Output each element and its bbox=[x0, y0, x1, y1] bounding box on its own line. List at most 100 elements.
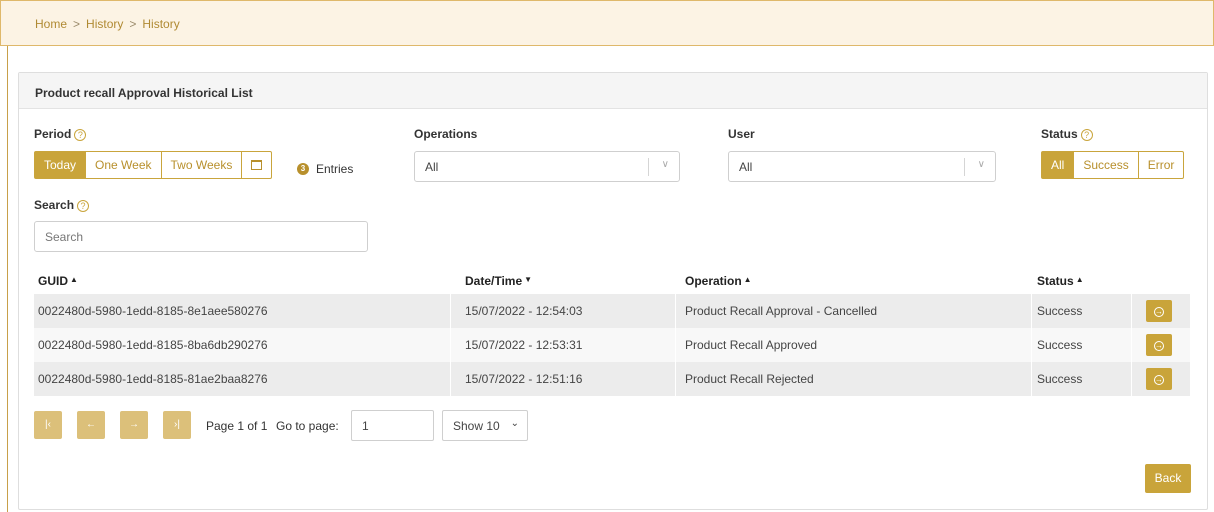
last-page-button[interactable]: ›| bbox=[163, 411, 191, 439]
column-divider bbox=[450, 328, 451, 362]
column-header-guid-label: GUID bbox=[38, 274, 68, 288]
select-divider bbox=[964, 158, 965, 176]
column-divider bbox=[450, 294, 451, 328]
help-icon[interactable]: ? bbox=[77, 200, 90, 212]
user-label: User bbox=[728, 127, 755, 141]
column-header-guid[interactable]: GUID ▲ bbox=[38, 274, 78, 288]
status-all-button[interactable]: All bbox=[1041, 151, 1075, 179]
sort-up-icon: ▲ bbox=[1075, 275, 1084, 284]
sort-up-icon: ▲ bbox=[743, 275, 752, 284]
previous-page-button[interactable]: ← bbox=[77, 411, 105, 439]
column-divider bbox=[675, 328, 676, 362]
page-size-select[interactable]: Show 10 ⌄ bbox=[442, 410, 528, 441]
cell-status: Success bbox=[1037, 304, 1083, 318]
select-divider bbox=[648, 158, 649, 176]
column-header-status[interactable]: Status ▲ bbox=[1037, 274, 1084, 288]
column-header-datetime[interactable]: Date/Time ▼ bbox=[465, 274, 532, 288]
view-details-button[interactable]: → bbox=[1146, 334, 1172, 356]
arrow-left-icon: ← bbox=[86, 419, 96, 430]
chevron-down-icon: ∨ bbox=[661, 159, 669, 170]
user-select-value: All bbox=[739, 160, 753, 174]
column-divider bbox=[1131, 362, 1132, 396]
status-error-button[interactable]: Error bbox=[1138, 151, 1185, 179]
period-today-button[interactable]: Today bbox=[34, 151, 87, 179]
column-header-operation[interactable]: Operation ▲ bbox=[685, 274, 752, 288]
column-header-operation-label: Operation bbox=[685, 274, 742, 288]
table-row: 0022480d-5980-1edd-8185-8ba6db290276 15/… bbox=[34, 328, 1190, 362]
breadcrumb-current: History bbox=[142, 17, 180, 31]
cell-operation: Product Recall Rejected bbox=[685, 372, 814, 386]
last-page-icon: ›| bbox=[174, 419, 180, 430]
chevron-down-icon: ∨ bbox=[977, 159, 985, 170]
breadcrumb-home[interactable]: Home bbox=[35, 17, 67, 31]
view-details-button[interactable]: → bbox=[1146, 368, 1172, 390]
cell-datetime: 15/07/2022 - 12:51:16 bbox=[465, 372, 583, 386]
cell-datetime: 15/07/2022 - 12:54:03 bbox=[465, 304, 583, 318]
arrow-right-circle-icon: → bbox=[1154, 307, 1164, 317]
breadcrumb-separator: > bbox=[73, 17, 81, 31]
column-divider bbox=[1031, 362, 1032, 396]
column-divider bbox=[1131, 328, 1132, 362]
arrow-right-circle-icon: → bbox=[1154, 341, 1164, 351]
goto-page-label: Go to page: bbox=[276, 419, 339, 433]
arrow-right-circle-icon: → bbox=[1154, 375, 1164, 385]
status-button-group: All Success Error bbox=[1041, 151, 1185, 179]
entries-label: Entries bbox=[316, 162, 354, 176]
sort-up-icon: ▲ bbox=[70, 275, 78, 284]
calendar-icon bbox=[251, 160, 263, 170]
sort-down-icon: ▼ bbox=[524, 275, 533, 284]
breadcrumb-separator: > bbox=[129, 17, 137, 31]
column-header-datetime-label: Date/Time bbox=[465, 274, 523, 288]
period-label: Period? bbox=[34, 127, 87, 141]
table-row: 0022480d-5980-1edd-8185-8e1aee580276 15/… bbox=[34, 294, 1190, 328]
search-input[interactable] bbox=[34, 221, 368, 252]
search-label-text: Search bbox=[34, 198, 75, 212]
left-rule bbox=[7, 46, 8, 512]
table-header: GUID ▲ Date/Time ▼ Operation ▲ Status ▲ bbox=[34, 262, 1190, 294]
operations-label: Operations bbox=[414, 127, 478, 141]
page-indicator: Page 1 of 1 bbox=[206, 419, 268, 433]
column-divider bbox=[450, 362, 451, 396]
first-page-button[interactable]: |‹ bbox=[34, 411, 62, 439]
cell-guid: 0022480d-5980-1edd-8185-81ae2baa8276 bbox=[38, 372, 268, 386]
cell-guid: 0022480d-5980-1edd-8185-8ba6db290276 bbox=[38, 338, 268, 352]
goto-page-input[interactable] bbox=[351, 410, 434, 441]
status-success-button[interactable]: Success bbox=[1074, 151, 1139, 179]
breadcrumb-history[interactable]: History bbox=[86, 17, 123, 31]
cell-status: Success bbox=[1037, 338, 1083, 352]
page-size-value: Show 10 bbox=[453, 419, 500, 433]
chevron-down-icon: ⌄ bbox=[510, 418, 519, 429]
cell-operation: Product Recall Approved bbox=[685, 338, 818, 352]
help-icon[interactable]: ? bbox=[1080, 129, 1093, 141]
next-page-button[interactable]: → bbox=[120, 411, 148, 439]
status-filter-label-text: Status bbox=[1041, 127, 1078, 141]
user-select[interactable]: All ∨ bbox=[728, 151, 996, 182]
column-divider bbox=[1131, 294, 1132, 328]
search-label: Search? bbox=[34, 198, 90, 212]
back-button[interactable]: Back bbox=[1145, 464, 1191, 493]
breadcrumb: Home > History > History bbox=[0, 0, 1214, 46]
column-header-status-label: Status bbox=[1037, 274, 1074, 288]
cell-guid: 0022480d-5980-1edd-8185-8e1aee580276 bbox=[38, 304, 268, 318]
period-label-text: Period bbox=[34, 127, 72, 141]
period-one-week-button[interactable]: One Week bbox=[86, 151, 162, 179]
column-divider bbox=[1031, 294, 1032, 328]
help-icon[interactable]: ? bbox=[74, 129, 87, 141]
operations-select-value: All bbox=[425, 160, 439, 174]
cell-status: Success bbox=[1037, 372, 1083, 386]
arrow-right-icon: → bbox=[129, 419, 139, 430]
column-divider bbox=[675, 362, 676, 396]
period-button-group: Today One Week Two Weeks bbox=[34, 151, 273, 179]
calendar-button[interactable] bbox=[242, 151, 273, 179]
period-two-weeks-button[interactable]: Two Weeks bbox=[161, 151, 243, 179]
column-divider bbox=[1031, 328, 1032, 362]
operations-select[interactable]: All ∨ bbox=[414, 151, 680, 182]
panel-title: Product recall Approval Historical List bbox=[19, 73, 1207, 109]
table-row: 0022480d-5980-1edd-8185-81ae2baa8276 15/… bbox=[34, 362, 1190, 396]
first-page-icon: |‹ bbox=[45, 419, 51, 430]
view-details-button[interactable]: → bbox=[1146, 300, 1172, 322]
entries-count-badge: 3 bbox=[297, 163, 309, 175]
history-table: GUID ▲ Date/Time ▼ Operation ▲ Status ▲ 0022… bbox=[34, 262, 1190, 396]
cell-operation: Product Recall Approval - Cancelled bbox=[685, 304, 878, 318]
cell-datetime: 15/07/2022 - 12:53:31 bbox=[465, 338, 583, 352]
